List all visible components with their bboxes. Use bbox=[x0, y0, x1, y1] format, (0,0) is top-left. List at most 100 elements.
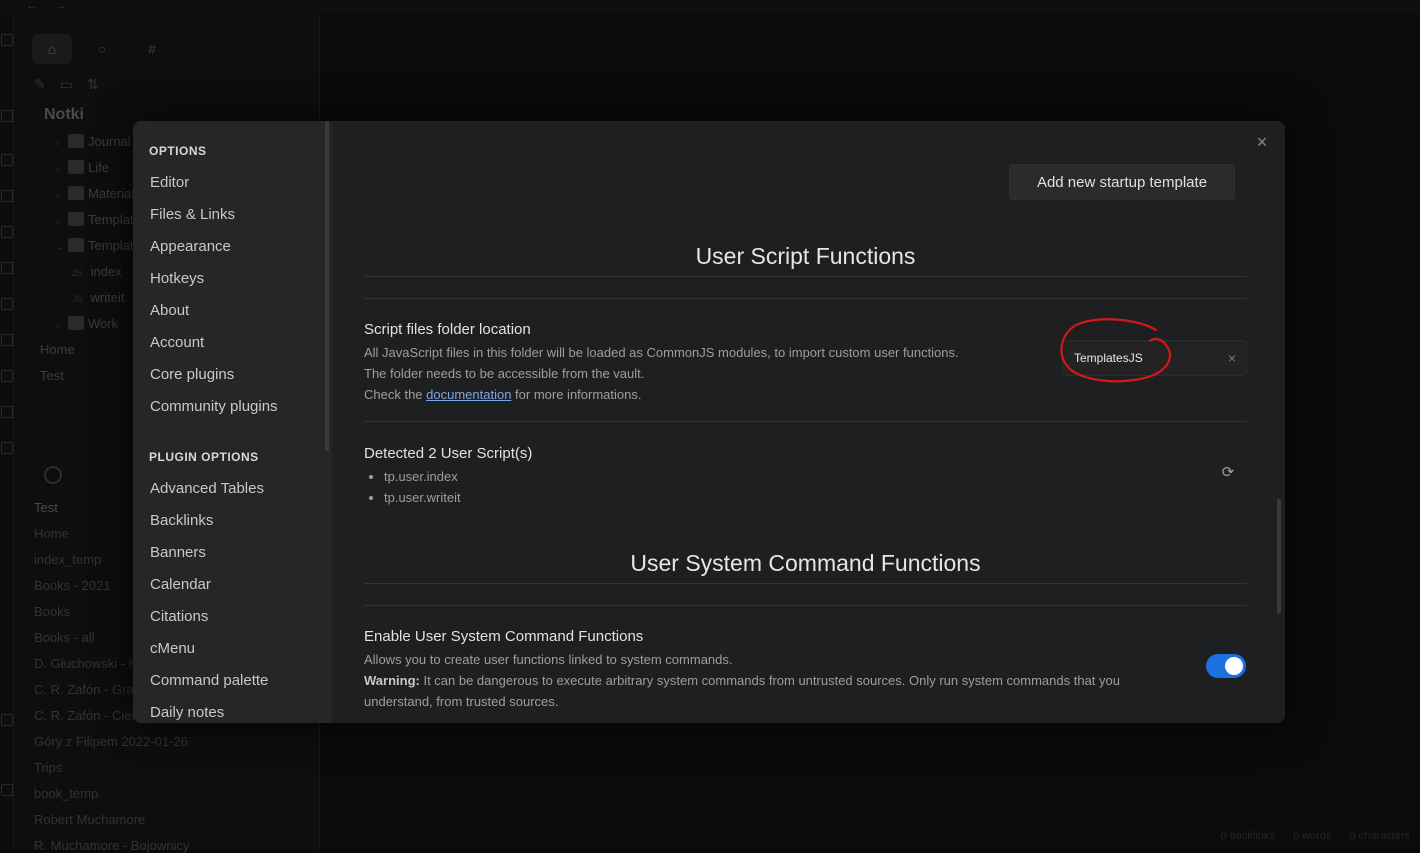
tree-item[interactable]: › Work bbox=[56, 316, 118, 331]
tree-item[interactable]: › Life bbox=[56, 160, 109, 175]
vault-name: Notki bbox=[44, 106, 84, 123]
home-tab-icon[interactable]: ⌂ bbox=[32, 34, 72, 64]
plugin-tab-advanced-tables[interactable]: Advanced Tables bbox=[150, 480, 264, 497]
recent-item[interactable]: Books - all bbox=[34, 630, 95, 645]
recent-item[interactable]: Robert Muchamore bbox=[34, 812, 145, 827]
word-count: 0 words bbox=[1292, 830, 1332, 842]
script-item: tp.user.index bbox=[384, 466, 461, 487]
plugin-tab-calendar[interactable]: Calendar bbox=[150, 576, 211, 593]
image-icon bbox=[68, 186, 84, 200]
add-startup-template-button[interactable]: Add new startup template bbox=[1009, 164, 1235, 200]
new-note-icon[interactable]: ✎ bbox=[34, 76, 46, 93]
sidebar-scrollbar[interactable] bbox=[325, 121, 329, 451]
divider bbox=[364, 605, 1247, 606]
tree-item[interactable]: JS index bbox=[72, 264, 122, 279]
script-folder-input[interactable]: TemplatesJS × bbox=[1062, 340, 1247, 376]
setting-desc-system-commands: Allows you to create user functions link… bbox=[364, 652, 1120, 709]
journal-icon bbox=[68, 134, 84, 148]
enable-system-commands-toggle[interactable] bbox=[1206, 654, 1246, 678]
recent-item[interactable]: R. Muchamore - Bojownicy bbox=[34, 838, 189, 853]
back-icon: ← bbox=[26, 0, 37, 12]
js-icon: JS bbox=[72, 294, 83, 304]
section-heading-system-command: User System Command Functions bbox=[630, 550, 981, 576]
settings-tab-community-plugins[interactable]: Community plugins bbox=[150, 398, 278, 415]
plugin-tab-citations[interactable]: Citations bbox=[150, 608, 208, 625]
setting-desc-script-folder: All JavaScript files in this folder will… bbox=[364, 345, 959, 402]
sort-icon[interactable]: ⇅ bbox=[87, 76, 99, 93]
settings-icon bbox=[1, 784, 13, 796]
plugin-tab-daily-notes[interactable]: Daily notes bbox=[150, 704, 224, 721]
plugin-options-header: PLUGIN OPTIONS bbox=[149, 450, 259, 464]
recent-item[interactable]: Home bbox=[34, 526, 69, 541]
file-icon bbox=[1, 110, 13, 122]
settings-tab-core-plugins[interactable]: Core plugins bbox=[150, 366, 234, 383]
documentation-link[interactable]: documentation bbox=[426, 387, 511, 402]
js-icon: JS bbox=[72, 268, 83, 278]
divider bbox=[364, 298, 1247, 299]
toggle-knob bbox=[1225, 657, 1243, 675]
plugin-tab-cmenu[interactable]: cMenu bbox=[150, 640, 195, 657]
tag-tab-icon[interactable]: # bbox=[132, 34, 172, 64]
recent-item[interactable]: Test bbox=[34, 500, 58, 515]
recent-item[interactable]: C. R. Zafón - Gra bbox=[34, 682, 134, 697]
search-tab-icon[interactable]: ○ bbox=[82, 34, 122, 64]
forward-icon: → bbox=[56, 0, 67, 12]
settings-tab-editor[interactable]: Editor bbox=[150, 174, 189, 191]
tag-icon bbox=[1, 154, 13, 166]
setting-title-detected-scripts: Detected 2 User Script(s) bbox=[364, 445, 533, 462]
recent-item[interactable]: Books bbox=[34, 604, 70, 619]
tree-item[interactable]: JS writeit bbox=[72, 290, 124, 305]
new-folder-icon[interactable]: ▭ bbox=[60, 76, 73, 93]
plugin-tab-command-palette[interactable]: Command palette bbox=[150, 672, 268, 689]
tree-item[interactable]: Test bbox=[40, 368, 64, 383]
file-nav-actions: ✎ ▭ ⇅ bbox=[34, 76, 99, 93]
heart-icon bbox=[68, 160, 84, 174]
status-bar: 0 backlinks 0 words 0 characters bbox=[1221, 830, 1410, 842]
settings-tab-about[interactable]: About bbox=[150, 302, 189, 319]
refresh-icon[interactable]: ⟳ bbox=[1220, 465, 1236, 481]
settings-tab-appearance[interactable]: Appearance bbox=[150, 238, 231, 255]
calendar-icon bbox=[1, 190, 13, 202]
script-item: tp.user.writeit bbox=[384, 487, 461, 508]
recent-item[interactable]: Góry z Filipem 2022-01-26 bbox=[34, 734, 188, 749]
recent-item[interactable]: C. R. Zafón - Cień bbox=[34, 708, 139, 723]
recent-item[interactable]: D. Głuchowski - M bbox=[34, 656, 139, 671]
recent-item[interactable]: Books - 2021 bbox=[34, 578, 111, 593]
section-heading-user-script: User Script Functions bbox=[695, 243, 916, 269]
close-icon[interactable]: × bbox=[1253, 133, 1271, 151]
backlinks-count: 0 backlinks bbox=[1220, 830, 1275, 842]
image-icon bbox=[1, 370, 13, 382]
template-icon bbox=[68, 212, 84, 226]
tree-item[interactable]: Home bbox=[40, 342, 75, 357]
ribbon bbox=[0, 14, 14, 850]
divider bbox=[364, 421, 1247, 422]
clock-icon bbox=[44, 466, 62, 484]
camera-icon bbox=[1, 226, 13, 238]
settings-tab-hotkeys[interactable]: Hotkeys bbox=[150, 270, 204, 287]
calendar2-icon bbox=[1, 298, 13, 310]
settings-sidebar: OPTIONS Editor Files & Links Appearance … bbox=[133, 121, 332, 723]
plugin-tab-backlinks[interactable]: Backlinks bbox=[150, 512, 213, 529]
title-bar: ← → bbox=[0, 0, 1420, 14]
divider bbox=[364, 583, 1247, 584]
detected-scripts-list: tp.user.index tp.user.writeit bbox=[384, 466, 461, 508]
recent-item[interactable]: index_temp bbox=[34, 552, 101, 567]
recent-item[interactable]: book_temp bbox=[34, 786, 98, 801]
copy-icon bbox=[1, 334, 13, 346]
collapse-icon bbox=[1, 34, 13, 46]
plugin-tab-banners[interactable]: Banners bbox=[150, 544, 206, 561]
script-folder-value: TemplatesJS bbox=[1074, 351, 1143, 365]
tree-item[interactable]: › Materials bbox=[56, 186, 141, 201]
recent-item[interactable]: Trips bbox=[34, 760, 62, 775]
setting-title-enable-system-commands: Enable User System Command Functions bbox=[364, 628, 644, 645]
graph-icon bbox=[1, 262, 13, 274]
content-scrollbar[interactable] bbox=[1277, 499, 1281, 614]
settings-tab-files-links[interactable]: Files & Links bbox=[150, 206, 235, 223]
clear-input-icon[interactable]: × bbox=[1228, 350, 1236, 366]
grid-icon bbox=[1, 406, 13, 418]
app-window: ← → ⌂ ○ # ✎ ▭ ⇅ Notki › Journal › Life ›… bbox=[0, 0, 1420, 853]
tree-item[interactable]: › Journal bbox=[56, 134, 131, 149]
divider bbox=[364, 276, 1247, 277]
panel-icon bbox=[1, 442, 13, 454]
settings-tab-account[interactable]: Account bbox=[150, 334, 204, 351]
